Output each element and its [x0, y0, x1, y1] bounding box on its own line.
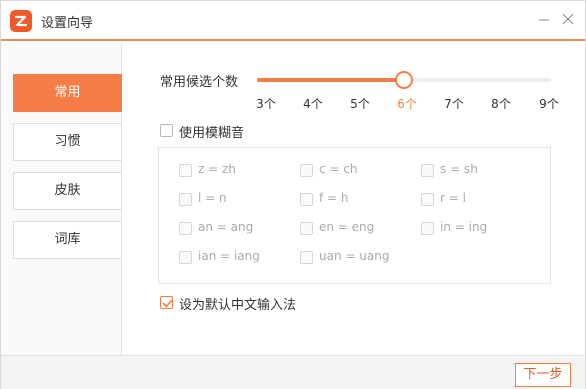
check-icon [162, 299, 173, 308]
fuzzy-pair-label: c = ch [319, 162, 358, 176]
fuzzy-pair-checkbox[interactable] [421, 193, 434, 206]
sidebar-item-habits[interactable]: 习惯 [13, 123, 122, 161]
fuzzy-pair-checkbox[interactable] [179, 222, 192, 235]
footer: 下一步 [1, 355, 585, 389]
fuzzy-pair-checkbox[interactable] [300, 193, 313, 206]
sidebar-item-dictionary[interactable]: 词库 [13, 221, 122, 259]
title-bar: 设置向导 [1, 1, 585, 41]
sidebar: 常用 习惯 皮肤 词库 [1, 43, 122, 355]
fuzzy-pair-label: l = n [198, 191, 227, 205]
fuzzy-pair-label: ian = iang [198, 249, 260, 263]
fuzzy-pair-checkbox[interactable] [179, 164, 192, 177]
sidebar-item-skins[interactable]: 皮肤 [13, 172, 122, 210]
slider-thumb[interactable] [395, 71, 413, 89]
fuzzy-pair-label: f = h [319, 191, 349, 205]
fuzzy-pair-label: r = l [440, 191, 466, 205]
candidate-tick[interactable]: 4个 [303, 95, 323, 112]
fuzzy-pair-checkbox[interactable] [421, 222, 434, 235]
fuzzy-pair-label: in = ing [440, 220, 488, 234]
slider-fill [257, 78, 404, 82]
fuzzy-pair-checkbox[interactable] [300, 251, 313, 264]
fuzzy-pair-label: z = zh [198, 162, 236, 176]
next-button[interactable]: 下一步 [515, 363, 571, 387]
candidate-tick[interactable]: 9个 [539, 95, 559, 112]
fuzzy-pinyin-label[interactable]: 使用模糊音 [179, 122, 244, 141]
fuzzy-pinyin-checkbox[interactable] [160, 124, 173, 137]
candidate-tick[interactable]: 5个 [350, 95, 370, 112]
candidate-count-slider[interactable] [257, 71, 551, 89]
window-title: 设置向导 [41, 16, 94, 31]
setup-wizard-window: 设置向导 常用 习惯 皮肤 词库 常用候选个数 3个 4个 5个 6个 7个 8个 9个 使… [0, 0, 586, 389]
candidate-tick[interactable]: 7个 [444, 95, 464, 112]
fuzzy-pairs-panel: z = zh c = ch s = sh l = n f = h r = l an = an… [158, 147, 551, 284]
app-logo-icon [10, 10, 32, 32]
fuzzy-pair-label: s = sh [440, 162, 478, 176]
fuzzy-pair-checkbox[interactable] [179, 193, 192, 206]
fuzzy-pair-checkbox[interactable] [179, 251, 192, 264]
close-icon [562, 13, 574, 25]
close-button[interactable] [558, 9, 578, 29]
fuzzy-pair-checkbox[interactable] [300, 222, 313, 235]
fuzzy-pair-label: an = ang [198, 220, 254, 234]
minimize-button[interactable] [534, 9, 554, 29]
candidate-tick[interactable]: 3个 [256, 95, 276, 112]
candidate-count-label: 常用候选个数 [160, 75, 239, 90]
minimize-icon [539, 19, 549, 21]
fuzzy-pair-label: en = eng [319, 220, 375, 234]
fuzzy-pair-checkbox[interactable] [421, 164, 434, 177]
fuzzy-pair-checkbox[interactable] [300, 164, 313, 177]
default-ime-label[interactable]: 设为默认中文输入法 [179, 294, 296, 313]
default-ime-checkbox[interactable] [160, 296, 173, 309]
fuzzy-pair-label: uan = uang [319, 249, 390, 263]
candidate-tick[interactable]: 8个 [491, 95, 511, 112]
candidate-tick[interactable]: 6个 [397, 95, 417, 112]
sidebar-item-common[interactable]: 常用 [13, 74, 122, 112]
